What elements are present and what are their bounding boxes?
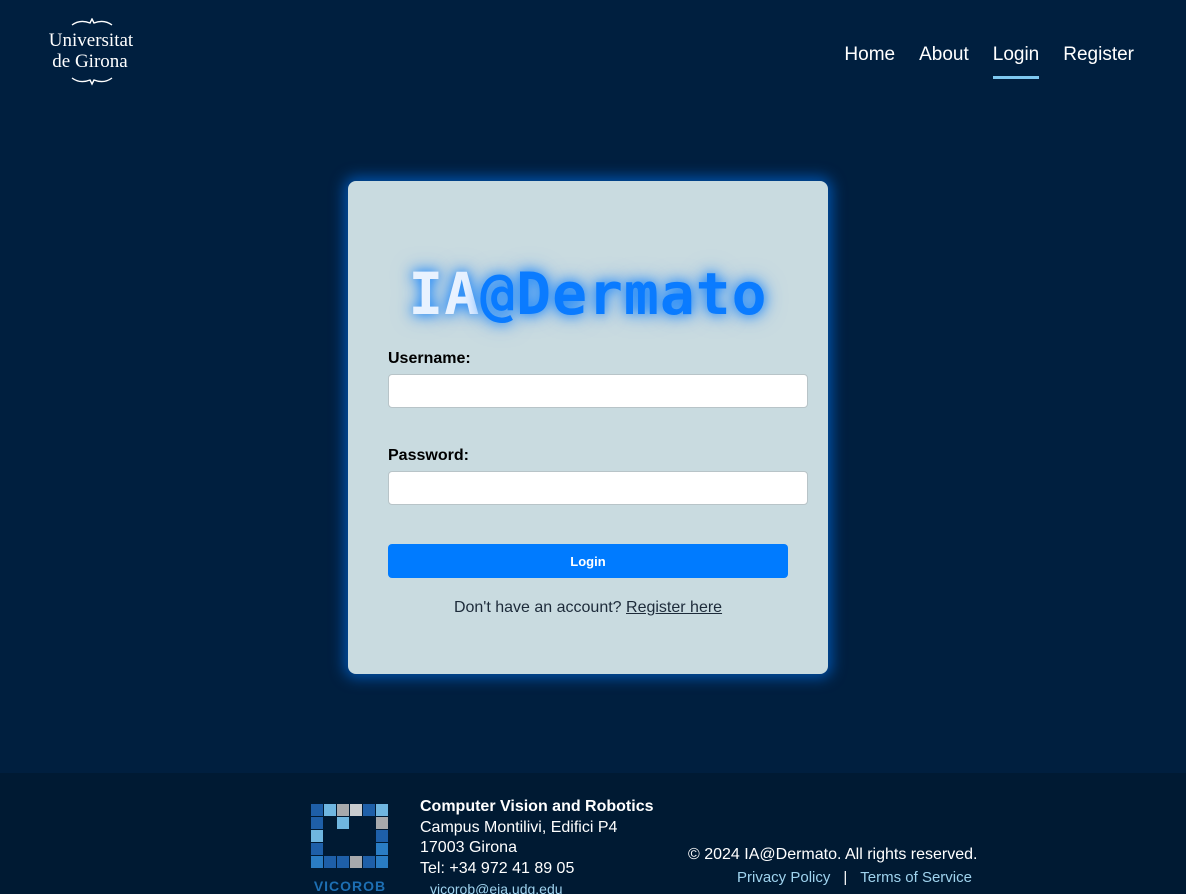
vicorob-logo: VICOROB [311,804,389,894]
email-link[interactable]: vicorob@eia.udg.edu [430,879,654,894]
register-prompt-line: Don't have an account? Register here [348,599,828,617]
logo-line-1: Universitat [48,30,134,51]
org-name: Computer Vision and Robotics [420,798,654,815]
footer: VICOROB Computer Vision and Robotics Cam… [0,773,1186,894]
terms-of-service-link[interactable]: Terms of Service [860,869,972,886]
address-line-2: 17003 Girona [420,839,517,856]
university-logo[interactable]: Universitat de Girona [40,18,144,88]
phone-number: Tel: +34 972 41 89 05 [420,859,575,877]
nav-about[interactable]: About [919,44,969,79]
logo-line-2: de Girona [52,51,128,72]
copyright-text: © 2024 IA@Dermato. All rights reserved. [688,846,978,863]
username-label: Username: [388,350,471,367]
vicorob-grid-icon [311,804,388,868]
page: Universitat de Girona Home About Login R… [0,0,1186,894]
login-button[interactable]: Login [388,544,788,578]
nav-register[interactable]: Register [1063,44,1134,79]
nav-login[interactable]: Login [992,44,1040,79]
register-link[interactable]: Register here [626,599,722,616]
register-prompt-text: Don't have an account? [453,599,622,616]
vicorob-logo-text: VICOROB [313,878,387,894]
footer-links: Privacy Policy | Terms of Service [737,869,972,886]
brand-part-2: @Dermato [480,260,768,328]
brand-part-1: IA [408,260,481,328]
privacy-policy-link[interactable]: Privacy Policy [737,869,830,886]
address-line-1: Campus Montilivi, Edifici P4 [420,818,618,836]
org-contact: Computer Vision and Robotics Campus Mont… [420,797,654,894]
nav-home[interactable]: Home [844,44,895,79]
password-input[interactable] [388,471,808,505]
login-card: IA@Dermato Username: Password: Login Don… [348,181,828,674]
username-input[interactable] [388,374,808,408]
brand-title: IA@Dermato [348,263,828,325]
footer-separator: | [843,869,848,886]
password-label: Password: [388,447,469,464]
main-nav: Home About Login Register [820,44,1134,79]
